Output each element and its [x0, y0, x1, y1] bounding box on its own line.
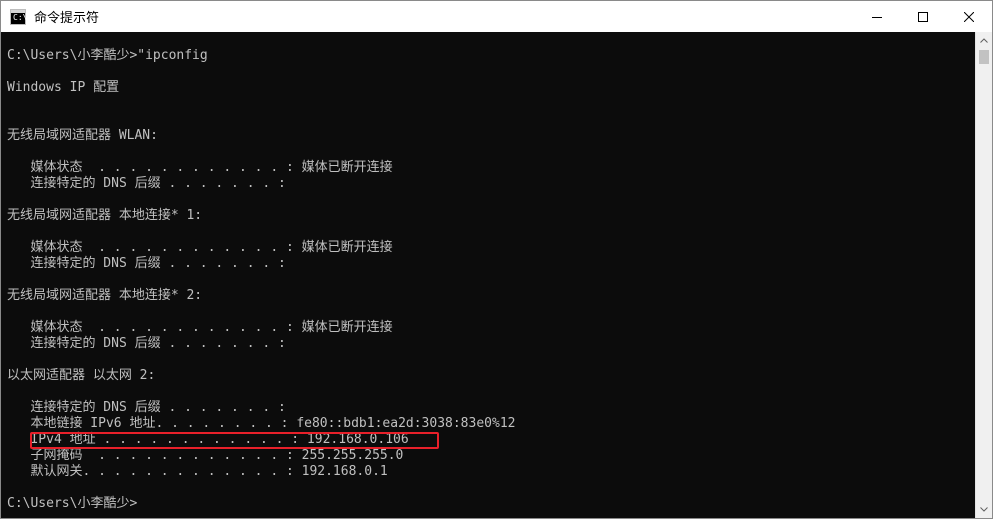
app-icon-glyph: C:\ [13, 12, 28, 22]
console-line: 无线局域网适配器 本地连接* 2: [7, 288, 203, 303]
console-prompt-line: C:\Users\小李酷少> [7, 496, 138, 511]
chevron-up-icon [980, 38, 988, 43]
command-prompt-window: C:\ 命令提示符 C:\Users\小李酷少>"ipconfig Window… [0, 0, 993, 519]
close-icon [964, 11, 974, 22]
console-line: 子网掩码 . . . . . . . . . . . . : 255.255.2… [7, 448, 404, 463]
console-line: 无线局域网适配器 WLAN: [7, 128, 158, 143]
console-line: 媒体状态 . . . . . . . . . . . . : 媒体已断开连接 [7, 240, 393, 255]
minimize-button[interactable] [854, 1, 900, 32]
console-line: 连接特定的 DNS 后缀 . . . . . . . : [7, 256, 286, 271]
console-line: Windows IP 配置 [7, 80, 120, 95]
console-line: 本地链接 IPv6 地址. . . . . . . . : fe80::bdb1… [7, 416, 516, 431]
scroll-up-button[interactable] [976, 32, 992, 49]
console-line: 默认网关. . . . . . . . . . . . . : 192.168.… [7, 464, 388, 479]
scrollbar-thumb[interactable] [979, 50, 989, 64]
window-title: 命令提示符 [34, 11, 100, 26]
caption-buttons [854, 1, 992, 32]
chevron-down-icon [980, 507, 988, 512]
ipv4-highlight-box [30, 432, 439, 449]
console-line: 连接特定的 DNS 后缀 . . . . . . . : [7, 400, 286, 415]
console-line: 媒体状态 . . . . . . . . . . . . : 媒体已断开连接 [7, 320, 393, 335]
scroll-down-button[interactable] [976, 501, 992, 518]
maximize-icon [918, 11, 928, 22]
vertical-scrollbar[interactable] [975, 32, 992, 518]
console-line: 连接特定的 DNS 后缀 . . . . . . . : [7, 336, 286, 351]
console-app-icon[interactable]: C:\ [10, 8, 28, 25]
console-line: 无线局域网适配器 本地连接* 1: [7, 208, 203, 223]
console-output[interactable]: C:\Users\小李酷少>"ipconfig Windows IP 配置 无线… [1, 32, 975, 518]
title-bar[interactable]: C:\ 命令提示符 [1, 1, 992, 32]
console-line: 以太网适配器 以太网 2: [7, 368, 156, 383]
console-line: 媒体状态 . . . . . . . . . . . . : 媒体已断开连接 [7, 160, 393, 175]
console-line: 连接特定的 DNS 后缀 . . . . . . . : [7, 176, 286, 191]
close-button[interactable] [946, 1, 992, 32]
console-line: C:\Users\小李酷少>"ipconfig [7, 48, 208, 63]
maximize-button[interactable] [900, 1, 946, 32]
minimize-icon [872, 16, 882, 18]
